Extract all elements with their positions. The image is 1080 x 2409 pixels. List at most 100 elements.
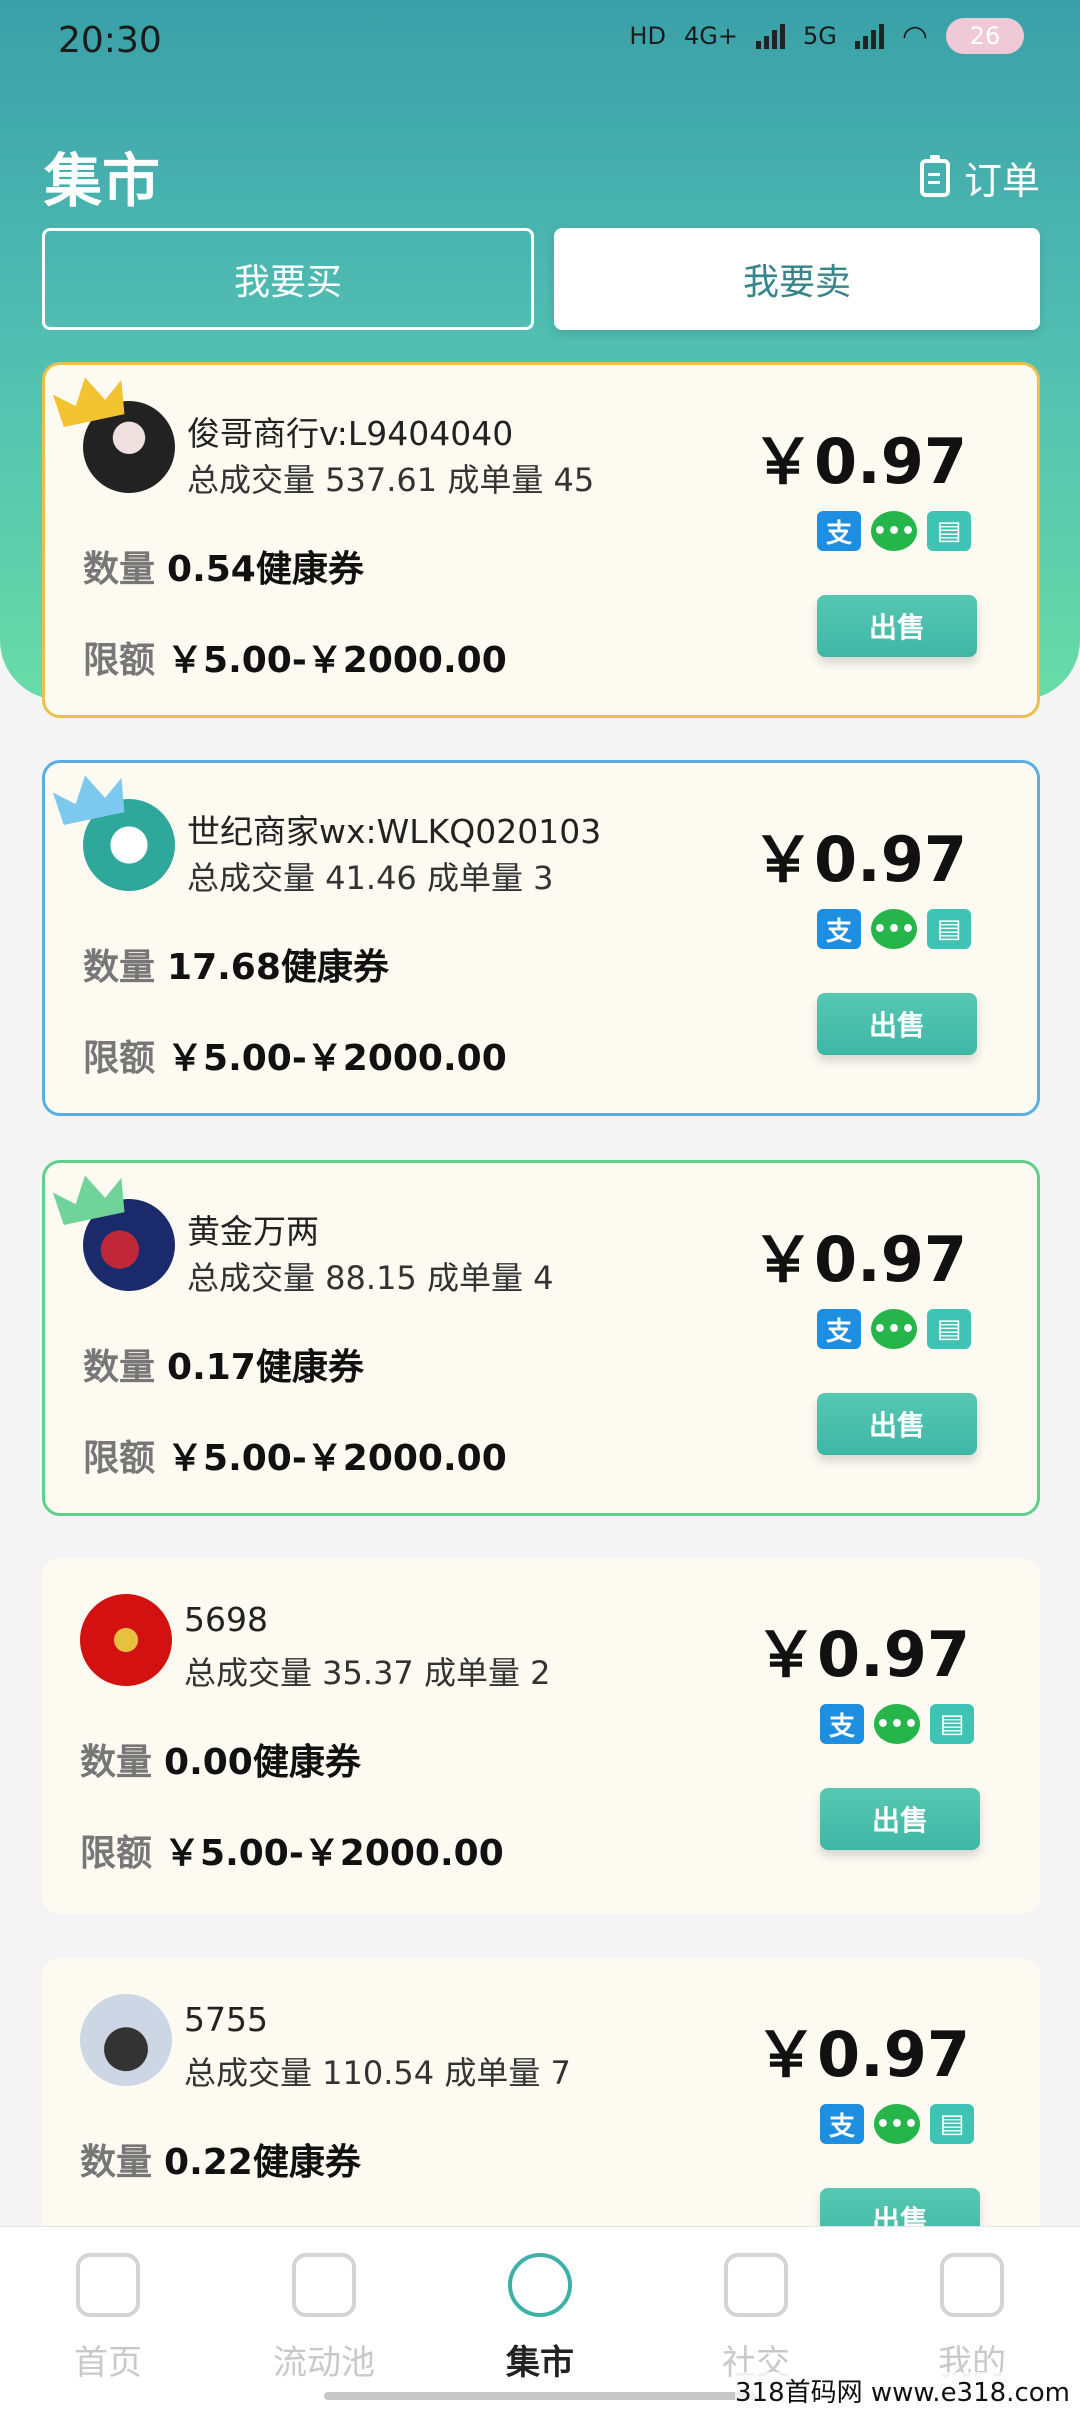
unit-price: ￥0.97 (755, 1618, 970, 1691)
merchant-name: 俊哥商行v:L9404040 (187, 414, 514, 453)
chat-icon (724, 2253, 788, 2317)
avatar[interactable] (80, 1594, 172, 1686)
merchant-name: 世纪商家wx:WLKQ020103 (187, 812, 602, 851)
nav-item-home[interactable]: 首页 (0, 2227, 216, 2409)
nav-label: 流动池 (273, 2343, 375, 2383)
payment-methods: 支 ••• ▤ (820, 1704, 974, 1744)
limit-row: 限额 ￥5.00-￥2000.00 (83, 1029, 507, 1081)
merchant-name: 5755 (184, 2000, 268, 2039)
page-title: 集市 (44, 147, 161, 215)
merchant-stats: 总成交量 110.54 成单量 7 (184, 2054, 571, 2092)
hd-icon: HD (629, 22, 666, 50)
alipay-icon: 支 (820, 2104, 864, 2144)
merchant-name: 黄金万两 (187, 1212, 319, 1251)
listing-card: 黄金万两 总成交量 88.15 成单量 4 数量 0.17健康券 限额 ￥5.00-… (42, 1160, 1040, 1516)
bank-card-icon: ▤ (927, 909, 971, 949)
net-4g-label: 4G+ (683, 22, 738, 50)
quantity-label: 数量 (80, 1742, 153, 1783)
listing-card: 俊哥商行v:L9404040 总成交量 537.61 成单量 45 数量 0.54… (42, 362, 1040, 718)
payment-methods: 支 ••• ▤ (817, 1309, 971, 1349)
quantity-label: 数量 (83, 549, 156, 590)
wifi-icon: ◠ (901, 18, 928, 54)
nav-label: 集市 (506, 2343, 574, 2383)
limit-value: ￥5.00-￥2000.00 (167, 1438, 507, 1479)
quantity-row: 数量 0.22健康券 (80, 2133, 361, 2185)
unit-price: ￥0.97 (752, 1223, 967, 1296)
bank-card-icon: ▤ (930, 1704, 974, 1744)
home-icon (76, 2253, 140, 2317)
payment-methods: 支 ••• ▤ (820, 2104, 974, 2144)
quantity-value: 0.17健康券 (167, 1347, 364, 1388)
alipay-icon: 支 (817, 511, 861, 551)
tab-buy[interactable]: 我要买 (42, 228, 534, 330)
quantity-label: 数量 (83, 947, 156, 988)
payment-methods: 支 ••• ▤ (817, 511, 971, 551)
bank-card-icon: ▤ (927, 511, 971, 551)
listing-card: 5698 总成交量 35.37 成单量 2 数量 0.00健康券 限额 ￥5.00-… (42, 1558, 1040, 1914)
wechat-pay-icon: ••• (871, 511, 917, 551)
merchant-stats: 总成交量 41.46 成单量 3 (187, 859, 554, 897)
signal-icon (755, 23, 785, 49)
quantity-row: 数量 17.68健康券 (83, 938, 389, 990)
orders-label: 订单 (963, 159, 1040, 203)
limit-row: 限额 ￥5.00-￥2000.00 (80, 1824, 504, 1876)
gesture-handle (324, 2392, 756, 2400)
sell-button[interactable]: 出售 (817, 595, 977, 657)
tab-sell[interactable]: 我要卖 (554, 228, 1040, 330)
market-icon (508, 2253, 572, 2317)
nav-item-atom[interactable]: 流动池 (216, 2227, 432, 2409)
limit-value: ￥5.00-￥2000.00 (167, 1038, 507, 1079)
quantity-value: 0.00健康券 (164, 1742, 361, 1783)
merchant-name: 5698 (184, 1600, 268, 1639)
wechat-pay-icon: ••• (874, 2104, 920, 2144)
quantity-value: 0.54健康券 (167, 549, 364, 590)
status-time: 20:30 (58, 20, 162, 61)
limit-value: ￥5.00-￥2000.00 (167, 640, 507, 681)
profile-icon (940, 2253, 1004, 2317)
limit-label: 限额 (83, 1438, 156, 1479)
quantity-label: 数量 (83, 1347, 156, 1388)
merchant-stats: 总成交量 35.37 成单量 2 (184, 1654, 551, 1692)
net-5g-label: 5G (802, 22, 837, 50)
quantity-row: 数量 0.17健康券 (83, 1338, 364, 1390)
nav-item-market[interactable]: 集市 (432, 2227, 648, 2409)
avatar[interactable] (80, 1994, 172, 2086)
quantity-value: 0.22健康券 (164, 2142, 361, 2183)
sell-button[interactable]: 出售 (817, 1393, 977, 1455)
status-icons: HD 4G+ 5G ◠ 26 (629, 18, 1024, 54)
sell-button[interactable]: 出售 (817, 993, 977, 1055)
quantity-label: 数量 (80, 2142, 153, 2183)
unit-price: ￥0.97 (752, 425, 967, 498)
listing-card: 世纪商家wx:WLKQ020103 总成交量 41.46 成单量 3 数量 17.… (42, 760, 1040, 1116)
signal-icon-2 (854, 23, 884, 49)
crown-icon (53, 775, 125, 826)
quantity-value: 17.68健康券 (167, 947, 389, 988)
limit-value: ￥5.00-￥2000.00 (164, 1833, 504, 1874)
crown-icon (53, 377, 125, 428)
quantity-row: 数量 0.54健康券 (83, 540, 364, 592)
sell-button[interactable]: 出售 (820, 1788, 980, 1850)
merchant-stats: 总成交量 537.61 成单量 45 (187, 461, 595, 499)
limit-row: 限额 ￥5.00-￥2000.00 (83, 631, 507, 683)
bank-card-icon: ▤ (927, 1309, 971, 1349)
wechat-pay-icon: ••• (871, 909, 917, 949)
wechat-pay-icon: ••• (871, 1309, 917, 1349)
status-bar: 20:30 HD 4G+ 5G ◠ 26 (0, 0, 1080, 84)
wechat-pay-icon: ••• (874, 1704, 920, 1744)
quantity-row: 数量 0.00健康券 (80, 1733, 361, 1785)
clipboard-icon (919, 154, 950, 197)
atom-icon (292, 2253, 356, 2317)
orders-button[interactable]: 订单 (919, 150, 1040, 205)
trade-tabs: 我要买 我要卖 (42, 228, 1040, 330)
limit-row: 限额 ￥5.00-￥2000.00 (83, 1429, 507, 1481)
alipay-icon: 支 (817, 1309, 861, 1349)
nav-label: 首页 (74, 2343, 142, 2383)
limit-label: 限额 (83, 1038, 156, 1079)
watermark: 318首码网 www.e318.com (735, 2372, 1070, 2409)
unit-price: ￥0.97 (752, 823, 967, 896)
payment-methods: 支 ••• ▤ (817, 909, 971, 949)
unit-price: ￥0.97 (755, 2018, 970, 2091)
limit-label: 限额 (80, 1833, 153, 1874)
limit-label: 限额 (83, 640, 156, 681)
alipay-icon: 支 (817, 909, 861, 949)
